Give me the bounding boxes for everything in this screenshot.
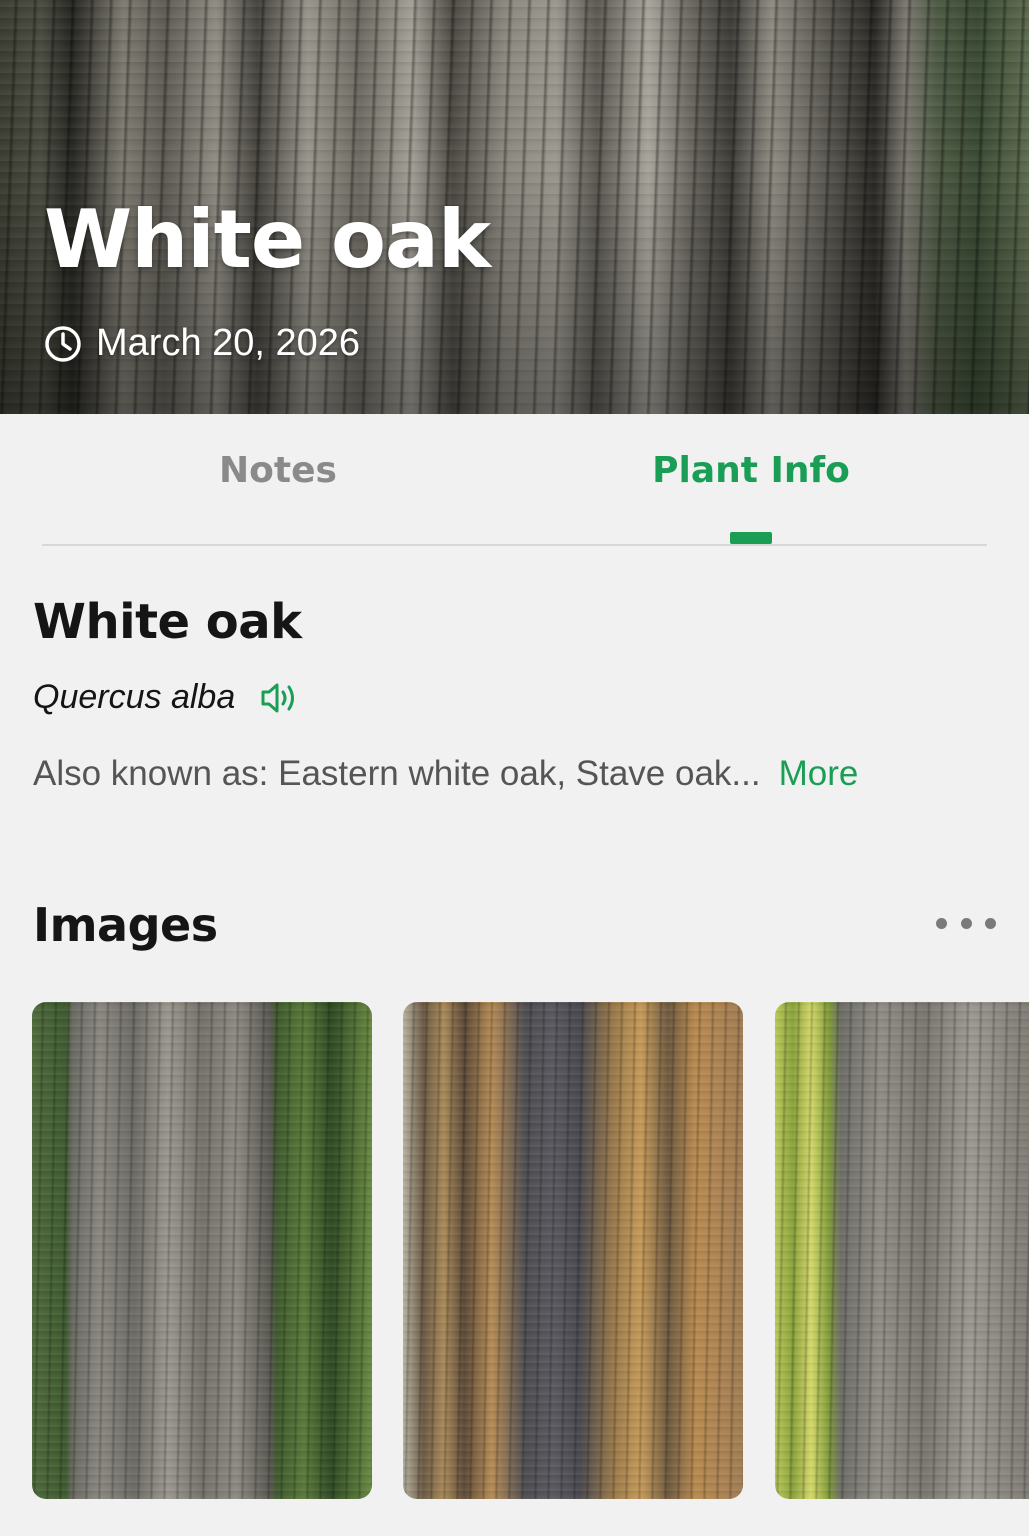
tab-divider <box>42 544 987 546</box>
plant-common-name: White oak <box>33 594 302 650</box>
image-thumbnail[interactable] <box>403 1002 743 1499</box>
image-thumbnail[interactable] <box>775 1002 1029 1499</box>
thumbnail-texture <box>403 1002 743 1499</box>
scientific-name-row: Quercus alba <box>33 678 301 717</box>
tab-plant-info[interactable]: Plant Info <box>551 450 951 491</box>
images-section-title: Images <box>33 898 218 952</box>
hero-image: White oak March 20, 2026 <box>0 0 1029 414</box>
more-link[interactable]: More <box>779 754 859 793</box>
also-known-as-text: Also known as: Eastern white oak, Stave … <box>33 754 761 793</box>
image-thumbnail[interactable] <box>32 1002 372 1499</box>
thumbnail-texture <box>32 1002 372 1499</box>
plant-scientific-name: Quercus alba <box>33 678 236 716</box>
tab-bar: Notes Plant Info <box>0 414 1029 546</box>
thumbnail-texture <box>775 1002 1029 1499</box>
hero-date-text: March 20, 2026 <box>96 322 361 364</box>
also-known-as-row: Also known as: Eastern white oak, Stave … <box>33 754 993 794</box>
speaker-icon[interactable] <box>259 680 301 716</box>
clock-icon <box>44 325 82 363</box>
ellipsis-dot <box>985 917 996 929</box>
tab-notes[interactable]: Notes <box>78 450 478 491</box>
ellipsis-dot <box>960 917 972 929</box>
plant-detail-screen: White oak March 20, 2026 Notes Plant Inf… <box>0 0 1029 1536</box>
ellipsis-icon[interactable] <box>936 915 996 931</box>
ellipsis-dot <box>936 917 947 929</box>
hero-date: March 20, 2026 <box>44 322 360 365</box>
hero-title: White oak <box>44 193 491 286</box>
active-tab-indicator <box>730 532 772 544</box>
